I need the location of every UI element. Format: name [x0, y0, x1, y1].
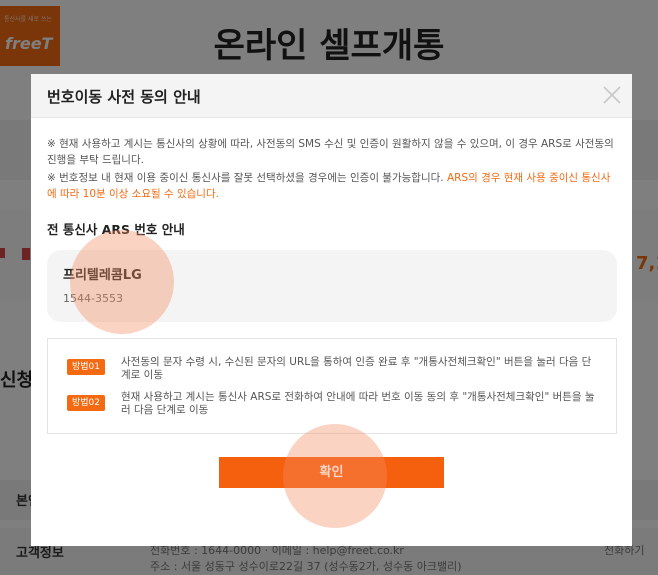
method-badge-1: 방법01 [67, 359, 105, 375]
method-text-1: 사전동의 문자 수령 시, 수신된 문자의 URL을 통하여 인증 완료 후 "… [121, 356, 592, 381]
modal-header: 번호이동 사전 동의 안내 [31, 74, 632, 118]
method-badge-2: 방법02 [67, 395, 105, 411]
notice-carrier: ※ 번호정보 내 현재 이용 중이신 통신사를 잘못 선택하셨을 경우에는 인증… [47, 170, 619, 202]
touch-ripple-confirm [283, 424, 387, 528]
consent-methods-box: 방법01 사전동의 문자 수령 시, 수신된 문자의 URL을 통하여 인증 완… [47, 338, 617, 434]
modal-title: 번호이동 사전 동의 안내 [47, 88, 201, 106]
notice-sms: ※ 현재 사용하고 계시는 통신사의 상황에 따라, 사전동의 SMS 수신 및… [47, 138, 614, 166]
touch-ripple-carrier [70, 230, 174, 334]
method-text-2: 현재 사용하고 계시는 통신사 ARS로 전화하여 안내에 따라 번호 이동 동… [121, 391, 595, 416]
notice-carrier-text: ※ 번호정보 내 현재 이용 중이신 통신사를 잘못 선택하셨을 경우에는 인증… [47, 172, 447, 184]
close-icon[interactable] [599, 82, 625, 108]
